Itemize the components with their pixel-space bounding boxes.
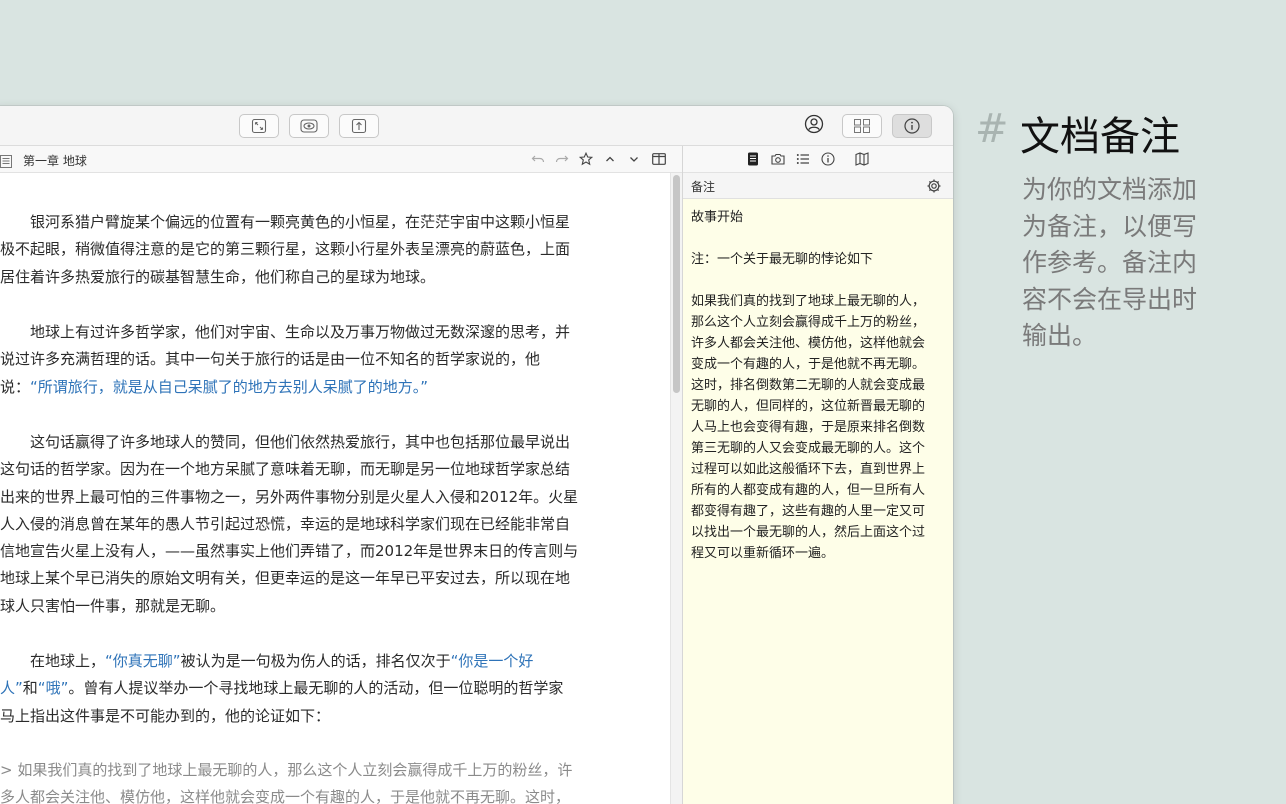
text-line: > 如果我们真的找到了地球上最无聊的人，那么这个人立刻会赢得成千上万的粉丝，许 bbox=[0, 761, 573, 779]
text-segment: 在地球上， bbox=[0, 652, 106, 670]
feature-desc-line: 为你的文档添加 bbox=[1022, 175, 1198, 204]
text-line: 地球上有过许多哲学家，他们对宇宙、生命以及万事万物做过无数深邃的思考，并 bbox=[0, 323, 571, 341]
text-line: 信地宣告火星上没有人，——虽然事实上他们弄错了，而2012年是世界末日的传言则与 bbox=[0, 542, 579, 561]
chevron-up-icon[interactable] bbox=[602, 151, 618, 167]
notes-editor[interactable]: 故事开始 注：一个关于最无聊的悖论如下 如果我们真的找到了地球上最无聊的人， 那… bbox=[683, 199, 953, 804]
note-line bbox=[691, 228, 925, 249]
split-view-icon[interactable] bbox=[651, 151, 667, 167]
editor-header-bar: 第一章 地球 bbox=[0, 146, 682, 173]
list-icon[interactable] bbox=[795, 151, 811, 167]
feature-title: 文档备注 bbox=[1020, 114, 1180, 160]
text-segment: 。曾有人提议举办一个寻找地球上最无聊的人的活动，但一位聪明的哲学家 bbox=[68, 679, 564, 698]
text-line: 人入侵的消息曾在某年的愚人节引起过恐慌，幸运的是地球科学家们现在已经能非常自 bbox=[0, 514, 571, 533]
account-button[interactable] bbox=[803, 114, 825, 138]
scrollbar-thumb[interactable] bbox=[673, 175, 680, 393]
feature-desc-line: 输出。 bbox=[1022, 321, 1098, 350]
text-line: 这句话赢得了许多地球人的赞同，但他们依然热爱旅行，其中也包括那位最早说出 bbox=[0, 433, 571, 451]
note-line: 以找出一个最无聊的人，然后上面这个过 bbox=[691, 525, 926, 540]
note-line: 如果我们真的找到了地球上最无聊的人， bbox=[691, 294, 926, 309]
note-line: 第三无聊的人又会变成最无聊的人。这个 bbox=[691, 441, 926, 456]
document-icon[interactable] bbox=[745, 151, 761, 167]
paragraph: 在地球上，“你真无聊”被认为是一句极为伤人的话，排名仅次于“你是一个好 人”和“… bbox=[0, 648, 620, 730]
undo-icon[interactable] bbox=[530, 151, 546, 167]
library-grid-icon bbox=[853, 118, 871, 134]
notes-header: 备注 bbox=[683, 173, 953, 199]
note-line: 都变得有趣了，这些有趣的人里一定又可 bbox=[691, 504, 926, 519]
text-line: 说：“所谓旅行，就是从自己呆腻了的地方去别人呆腻了的地方。” bbox=[0, 374, 620, 401]
document-icon bbox=[0, 153, 12, 168]
text-line: 居住着许多热爱旅行的碳基智慧生命，他们称自己的星球为地球。 bbox=[0, 267, 436, 286]
text-segment: 和 bbox=[22, 679, 38, 698]
feature-hash-mark: # bbox=[975, 106, 1009, 152]
paragraph: 这句话赢得了许多地球人的赞同，但他们依然热爱旅行，其中也包括那位最早说出 这句话… bbox=[0, 429, 620, 620]
account-icon bbox=[804, 114, 824, 138]
library-button[interactable] bbox=[842, 114, 882, 138]
gear-icon[interactable] bbox=[926, 178, 942, 194]
text-line: 出来的世界上最可怕的三件事物之一，另外两件事物分别是火星人入侵和2012年。火星 bbox=[0, 487, 579, 506]
note-line: 无聊的人，但同样的，这位新晋最无聊的 bbox=[691, 399, 926, 414]
chevron-down-icon[interactable] bbox=[626, 151, 642, 167]
paragraph: 地球上有过许多哲学家，他们对宇宙、生命以及万事万物做过无数深邃的思考，并 说过许… bbox=[0, 319, 620, 401]
highlighted-quote: “哦” bbox=[37, 679, 69, 698]
highlighted-quote: “所谓旅行，就是从自己呆腻了的地方去别人呆腻了的地方。” bbox=[30, 377, 429, 396]
share-export-icon bbox=[351, 118, 367, 134]
map-icon[interactable] bbox=[854, 151, 870, 167]
export-button[interactable] bbox=[339, 114, 379, 138]
text-line: 人”和“哦”。曾有人提议举办一个寻找地球上最无聊的人的活动，但一位聪明的哲学家 bbox=[0, 675, 620, 702]
note-line: 过程可以如此这般循环下去，直到世界上 bbox=[691, 462, 926, 477]
feature-desc-line: 容不会在导出时 bbox=[1022, 284, 1198, 314]
text-line: 极不起眼，稍微值得注意的是它的第三颗行星，这颗小行星外表呈漂亮的蔚蓝色，上面 bbox=[0, 240, 571, 259]
text-line: 地球上某个早已消失的原始文明有关，但更幸运的是这一年早已平安过去，所以现在地 bbox=[0, 569, 571, 588]
notes-text: 故事开始 注：一个关于最无聊的悖论如下 如果我们真的找到了地球上最无聊的人， 那… bbox=[691, 207, 925, 564]
note-line: 注：一个关于最无聊的悖论如下 bbox=[691, 252, 874, 267]
highlighted-quote: 人” bbox=[0, 679, 23, 698]
note-line: 故事开始 bbox=[691, 210, 744, 225]
blockquote-paragraph: > 如果我们真的找到了地球上最无聊的人，那么这个人立刻会赢得成千上万的粉丝，许 … bbox=[0, 757, 620, 804]
feature-desc-line: 作参考。备注内 bbox=[1022, 248, 1198, 277]
highlighted-quote: “你真无聊” bbox=[105, 652, 181, 670]
highlighted-quote: “你是一个好 bbox=[450, 652, 534, 670]
document-title[interactable]: 第一章 地球 bbox=[23, 152, 87, 169]
info-circle-icon[interactable] bbox=[820, 151, 836, 167]
text-line: 多人都会关注他、模仿他，这样他就会变成一个有趣的人，于是他就不再无聊。这时， bbox=[0, 788, 571, 804]
note-line: 这时，排名倒数第二无聊的人就会变成最 bbox=[691, 378, 926, 393]
preview-eye-icon bbox=[300, 118, 318, 134]
note-line: 那么这个人立刻会赢得成千上万的粉丝， bbox=[691, 315, 926, 330]
info-button[interactable] bbox=[892, 114, 932, 138]
preview-button[interactable] bbox=[289, 114, 329, 138]
note-line: 许多人都会关注他、模仿他，这样他就会 bbox=[691, 336, 926, 351]
editor-text-area[interactable]: 银河系猎户臂旋某个偏远的位置有一颗亮黄色的小恒星，在茫茫宇宙中这颗小恒星 极不起… bbox=[0, 173, 670, 804]
star-icon[interactable] bbox=[578, 151, 594, 167]
text-line: 说过许多充满哲理的话。其中一句关于旅行的话是由一位不知名的哲学家说的，他 bbox=[0, 350, 541, 369]
text-line: 马上指出这件事是不可能办到的，他的论证如下： bbox=[0, 706, 331, 725]
text-line: 球人只害怕一件事，那就是无聊。 bbox=[0, 596, 226, 615]
note-line: 所有的人都变成有趣的人，但一旦所有人 bbox=[691, 483, 926, 498]
expand-icon bbox=[251, 118, 267, 134]
inspector-panel: 备注 故事开始 注：一个关于最无聊的悖论如下 如果我们真的找到了地球上最无聊的人… bbox=[682, 146, 953, 804]
paragraph: 银河系猎户臂旋某个偏远的位置有一颗亮黄色的小恒星，在茫茫宇宙中这颗小恒星 极不起… bbox=[0, 209, 620, 291]
text-segment: 说： bbox=[0, 377, 31, 396]
info-icon bbox=[904, 118, 920, 134]
note-line bbox=[691, 270, 925, 291]
text-line: 银河系猎户臂旋某个偏远的位置有一颗亮黄色的小恒星，在茫茫宇宙中这颗小恒星 bbox=[0, 213, 571, 231]
text-line: 在地球上，“你真无聊”被认为是一句极为伤人的话，排名仅次于“你是一个好 bbox=[0, 648, 620, 675]
notes-label: 备注 bbox=[691, 180, 716, 194]
feature-desc-line: 为备注，以便写 bbox=[1022, 211, 1198, 241]
inspector-tabs bbox=[683, 146, 953, 173]
text-segment: 被认为是一句极为伤人的话，排名仅次于 bbox=[180, 652, 451, 670]
expand-button[interactable] bbox=[239, 114, 279, 138]
camera-icon[interactable] bbox=[770, 151, 786, 167]
text-line: 这句话的哲学家。因为在一个地方呆腻了意味着无聊，而无聊是另一位地球哲学家总结 bbox=[0, 460, 571, 479]
app-window: 第一章 地球 银河系猎户臂旋某个偏远的位置有一颗亮黄色的小恒星，在茫茫宇宙中这颗… bbox=[0, 106, 953, 804]
note-line: 变成一个有趣的人，于是他就不再无聊。 bbox=[691, 357, 926, 372]
redo-icon[interactable] bbox=[554, 151, 570, 167]
editor-scrollbar[interactable] bbox=[670, 173, 682, 804]
feature-description: 为你的文档添加 为备注，以便写 作参考。备注内 容不会在导出时 输出。 bbox=[1022, 172, 1197, 355]
note-line: 人马上也会变得有趣，于是原来排名倒数 bbox=[691, 420, 926, 435]
note-line: 程又可以重新循环一遍。 bbox=[691, 546, 835, 561]
window-toolbar bbox=[0, 106, 953, 146]
